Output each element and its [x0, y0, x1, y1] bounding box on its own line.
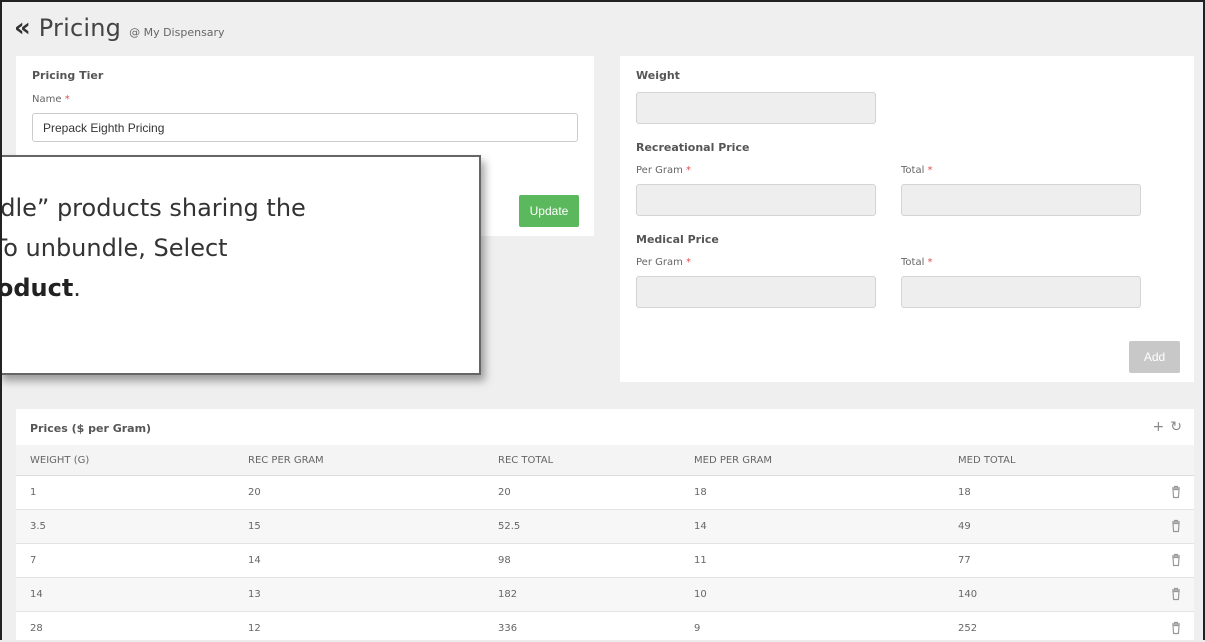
- page-header: « Pricing @ My Dispensary: [14, 14, 225, 48]
- tutorial-callout: ndle” products sharing the To unbundle, …: [0, 155, 481, 375]
- trash-icon[interactable]: [1170, 553, 1182, 567]
- table-row: 28 12 336 9 252: [16, 612, 1194, 640]
- med-per-gram-label: Per Gram *: [636, 257, 691, 268]
- weight-label: Weight: [636, 69, 680, 82]
- cell-med-per-gram: 9: [694, 623, 701, 634]
- cell-rec-per-gram: 15: [248, 521, 261, 532]
- recreational-price-heading: Recreational Price: [636, 141, 750, 154]
- pricing-tier-heading: Pricing Tier: [32, 69, 104, 82]
- table-row: 1 20 20 18 18: [16, 476, 1194, 510]
- refresh-icon[interactable]: ↻: [1170, 419, 1182, 435]
- add-button[interactable]: Add: [1129, 341, 1180, 373]
- cell-med-per-gram: 14: [694, 521, 707, 532]
- cell-med-per-gram: 11: [694, 555, 707, 566]
- cell-rec-total: 182: [498, 589, 518, 600]
- cell-weight: 14: [30, 589, 43, 600]
- rec-per-gram-text: Per Gram: [636, 165, 683, 176]
- update-button[interactable]: Update: [519, 195, 579, 227]
- cell-rec-total: 98: [498, 555, 511, 566]
- rec-total-label: Total *: [901, 165, 933, 176]
- cell-weight: 1: [30, 487, 37, 498]
- back-chevron-icon[interactable]: «: [14, 15, 31, 41]
- table-tools: + ↻: [1153, 419, 1182, 435]
- cell-rec-total: 336: [498, 623, 518, 634]
- cell-med-total: 252: [958, 623, 978, 634]
- callout-text: ndle” products sharing the To unbundle, …: [0, 188, 306, 308]
- page-subtitle: @ My Dispensary: [129, 26, 225, 39]
- name-label-text: Name: [32, 94, 62, 105]
- required-marker: *: [64, 94, 70, 105]
- cell-rec-per-gram: 14: [248, 555, 261, 566]
- required-marker: *: [686, 165, 692, 176]
- cell-med-per-gram: 10: [694, 589, 707, 600]
- med-total-text: Total: [901, 257, 925, 268]
- page-title: Pricing: [38, 14, 122, 42]
- callout-emphasis: roduct: [0, 274, 74, 302]
- table-row: 14 13 182 10 140: [16, 578, 1194, 612]
- callout-line-3: roduct.: [0, 268, 306, 308]
- required-marker: *: [686, 257, 692, 268]
- callout-line-1: ndle” products sharing the: [0, 194, 306, 222]
- trash-icon[interactable]: [1170, 587, 1182, 601]
- med-per-gram-text: Per Gram: [636, 257, 683, 268]
- rec-total-input[interactable]: [901, 184, 1141, 216]
- weight-input[interactable]: [636, 92, 876, 124]
- callout-line-3-tail: .: [73, 274, 81, 302]
- required-marker: *: [927, 257, 933, 268]
- med-total-label: Total *: [901, 257, 933, 268]
- col-med-total: MED TOTAL: [958, 455, 1016, 466]
- table-header-row: WEIGHT (G) REC PER GRAM REC TOTAL MED PE…: [16, 445, 1194, 476]
- cell-weight: 28: [30, 623, 43, 634]
- rec-total-text: Total: [901, 165, 925, 176]
- rec-per-gram-input[interactable]: [636, 184, 876, 216]
- med-total-input[interactable]: [901, 276, 1141, 308]
- name-label: Name *: [32, 94, 70, 105]
- cell-rec-total: 52.5: [498, 521, 521, 532]
- cell-med-total: 49: [958, 521, 971, 532]
- trash-icon[interactable]: [1170, 485, 1182, 499]
- trash-icon[interactable]: [1170, 621, 1182, 635]
- tier-name-input[interactable]: [32, 113, 578, 142]
- required-marker: *: [927, 165, 933, 176]
- callout-line-2: To unbundle, Select: [0, 234, 228, 262]
- col-rec-total: REC TOTAL: [498, 455, 554, 466]
- rec-per-gram-label: Per Gram *: [636, 165, 691, 176]
- col-weight: WEIGHT (G): [30, 455, 90, 466]
- cell-med-total: 18: [958, 487, 971, 498]
- cell-med-total: 77: [958, 555, 971, 566]
- add-icon[interactable]: +: [1153, 419, 1165, 435]
- prices-table-card: Prices ($ per Gram) + ↻ WEIGHT (G) REC P…: [16, 409, 1194, 640]
- cell-med-total: 140: [958, 589, 978, 600]
- medical-price-heading: Medical Price: [636, 233, 719, 246]
- col-rec-per-gram: REC PER GRAM: [248, 455, 324, 466]
- table-row: 3.5 15 52.5 14 49: [16, 510, 1194, 544]
- cell-med-per-gram: 18: [694, 487, 707, 498]
- cell-weight: 7: [30, 555, 37, 566]
- cell-rec-total: 20: [498, 487, 511, 498]
- weight-price-form: Weight Recreational Price Per Gram * Tot…: [620, 56, 1194, 382]
- col-med-per-gram: MED PER GRAM: [694, 455, 773, 466]
- table-row: 7 14 98 11 77: [16, 544, 1194, 578]
- trash-icon[interactable]: [1170, 519, 1182, 533]
- cell-rec-per-gram: 12: [248, 623, 261, 634]
- cell-weight: 3.5: [30, 521, 46, 532]
- med-per-gram-input[interactable]: [636, 276, 876, 308]
- app-frame: « Pricing @ My Dispensary Pricing Tier N…: [0, 0, 1205, 640]
- prices-table-title: Prices ($ per Gram): [30, 422, 152, 435]
- cell-rec-per-gram: 13: [248, 589, 261, 600]
- cell-rec-per-gram: 20: [248, 487, 261, 498]
